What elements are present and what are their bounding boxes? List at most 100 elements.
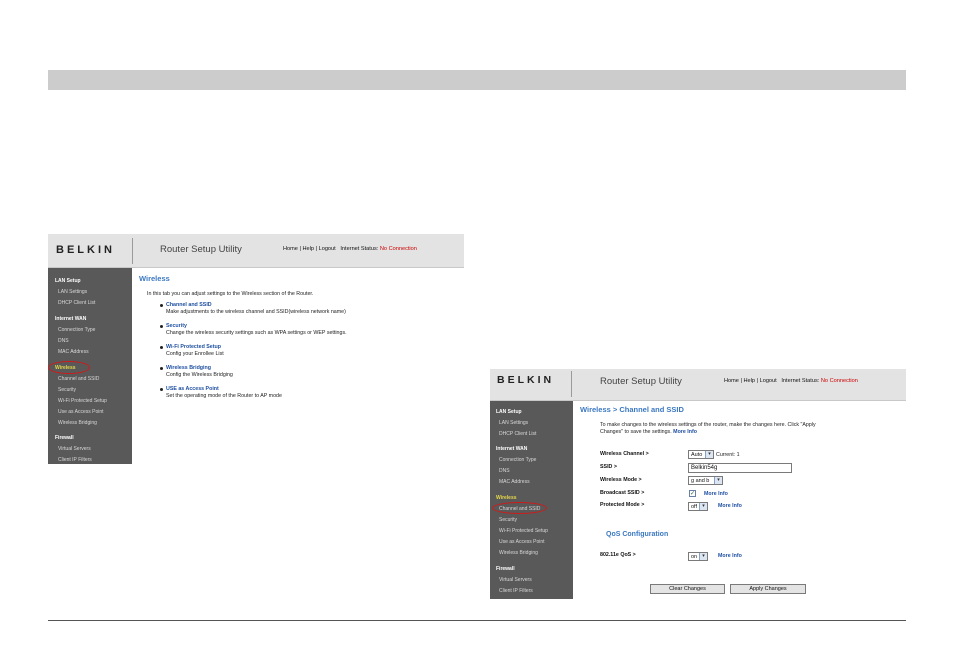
sidebar-item-virtual-servers[interactable]: Virtual Servers bbox=[58, 446, 91, 452]
qos-section-title: QoS Configuration bbox=[606, 531, 669, 538]
sidebar-item-client-ip-filters[interactable]: Client IP Filters bbox=[499, 588, 533, 594]
top-links: Home | Help | Logout Internet Status: No… bbox=[724, 378, 858, 384]
link-wifi-protected-setup[interactable]: Wi-Fi Protected Setup bbox=[166, 344, 221, 350]
bullet bbox=[160, 388, 163, 391]
sidebar-item-channel-ssid[interactable]: Channel and SSID bbox=[58, 376, 99, 382]
link-channel-ssid[interactable]: Channel and SSID bbox=[166, 302, 212, 308]
wireless-mode-value: g and b bbox=[691, 478, 710, 484]
sidebar-item-mac-address[interactable]: MAC Address bbox=[499, 479, 530, 485]
wireless-mode-label: Wireless Mode > bbox=[600, 477, 642, 483]
screenshot-channel-ssid: BELKIN Router Setup Utility Home | Help … bbox=[490, 369, 906, 599]
link-wireless-bridging[interactable]: Wireless Bridging bbox=[166, 365, 211, 371]
sidebar-item-use-as-access-point[interactable]: Use as Access Point bbox=[58, 409, 104, 415]
sidebar-section-lan-setup: LAN Setup bbox=[496, 409, 522, 415]
clear-changes-button[interactable]: Clear Changes bbox=[650, 584, 725, 594]
sidebar: LAN Setup LAN Settings DHCP Client List … bbox=[48, 268, 132, 464]
sidebar-item-use-as-access-point[interactable]: Use as Access Point bbox=[499, 539, 545, 545]
belkin-logo: BELKIN bbox=[56, 244, 115, 256]
chevron-down-icon: ▾ bbox=[699, 553, 707, 560]
sidebar-item-mac-address[interactable]: MAC Address bbox=[58, 349, 89, 355]
chevron-down-icon: ▾ bbox=[705, 451, 713, 458]
intro-text-line2-text: Changes" to save the settings. bbox=[600, 429, 672, 435]
logout-link[interactable]: Logout bbox=[760, 378, 777, 384]
help-link[interactable]: Help bbox=[744, 378, 756, 384]
intro-text-line1: To make changes to the wireless settings… bbox=[600, 422, 816, 428]
sidebar-item-wifi-protected-setup[interactable]: Wi-Fi Protected Setup bbox=[58, 398, 107, 404]
qos-label: 802.11e QoS > bbox=[600, 552, 636, 558]
sidebar-item-lan-settings[interactable]: LAN Settings bbox=[58, 289, 87, 295]
broadcast-ssid-more-info-link[interactable]: More Info bbox=[704, 491, 728, 497]
logo-divider bbox=[132, 238, 133, 264]
desc-wifi-protected-setup: Config your Enrollee List bbox=[166, 351, 224, 357]
home-link[interactable]: Home bbox=[724, 378, 739, 384]
current-channel-value: 1 bbox=[736, 452, 740, 458]
main-content: Wireless > Channel and SSID To make chan… bbox=[573, 401, 906, 599]
home-link[interactable]: Home bbox=[283, 246, 298, 252]
desc-wireless-bridging: Config the Wireless Bridging bbox=[166, 372, 233, 378]
header-bar: BELKIN Router Setup Utility Home | Help … bbox=[48, 234, 464, 268]
protected-mode-select[interactable]: off ▾ bbox=[688, 502, 708, 511]
link-use-as-access-point[interactable]: USE as Access Point bbox=[166, 386, 219, 392]
sidebar-item-dhcp-client-list[interactable]: DHCP Client List bbox=[499, 431, 536, 437]
intro-text: In this tab you can adjust settings to t… bbox=[147, 291, 314, 297]
page-title: Wireless bbox=[139, 274, 170, 283]
sidebar-section-lan-setup: LAN Setup bbox=[55, 278, 81, 284]
logout-link[interactable]: Logout bbox=[319, 246, 336, 252]
sidebar-item-dns[interactable]: DNS bbox=[499, 468, 510, 474]
desc-channel-ssid: Make adjustments to the wireless channel… bbox=[166, 309, 346, 315]
logo-divider bbox=[571, 371, 572, 397]
sidebar-item-security[interactable]: Security bbox=[58, 387, 76, 393]
sidebar-item-lan-settings[interactable]: LAN Settings bbox=[499, 420, 528, 426]
broadcast-ssid-checkbox[interactable]: ✓ bbox=[689, 490, 696, 497]
sidebar-item-wireless-bridging[interactable]: Wireless Bridging bbox=[58, 420, 97, 426]
link-security[interactable]: Security bbox=[166, 323, 187, 329]
ssid-input[interactable]: Belkin54g bbox=[688, 463, 792, 473]
link-separator: | bbox=[740, 378, 742, 384]
bottom-rule bbox=[48, 620, 906, 621]
qos-more-info-link[interactable]: More Info bbox=[718, 553, 742, 559]
sidebar-item-connection-type[interactable]: Connection Type bbox=[58, 327, 95, 333]
internet-status-label: Internet Status: bbox=[340, 246, 379, 252]
highlight-circle bbox=[492, 502, 547, 514]
top-links: Home | Help | Logout Internet Status: No… bbox=[283, 246, 417, 252]
sidebar-item-dns[interactable]: DNS bbox=[58, 338, 69, 344]
bullet bbox=[160, 367, 163, 370]
sidebar-item-wifi-protected-setup[interactable]: Wi-Fi Protected Setup bbox=[499, 528, 548, 534]
internet-status-value: No Connection bbox=[820, 378, 858, 384]
sidebar: LAN Setup LAN Settings DHCP Client List … bbox=[490, 401, 573, 599]
top-band bbox=[48, 70, 906, 90]
page-title: Wireless > Channel and SSID bbox=[580, 405, 684, 414]
apply-changes-button[interactable]: Apply Changes bbox=[730, 584, 806, 594]
help-link[interactable]: Help bbox=[303, 246, 315, 252]
intro-more-info-link[interactable]: More Info bbox=[673, 429, 697, 435]
sidebar-item-connection-type[interactable]: Connection Type bbox=[499, 457, 536, 463]
desc-security: Change the wireless security settings su… bbox=[166, 330, 347, 336]
sidebar-item-virtual-servers[interactable]: Virtual Servers bbox=[499, 577, 532, 583]
protected-mode-more-info-link[interactable]: More Info bbox=[718, 503, 742, 509]
wireless-channel-value: Auto bbox=[691, 452, 703, 458]
internet-status-label: Internet Status: bbox=[781, 378, 820, 384]
link-separator: | bbox=[756, 378, 759, 384]
utility-title: Router Setup Utility bbox=[600, 376, 682, 387]
protected-mode-value: off bbox=[691, 504, 698, 510]
qos-select[interactable]: on ▾ bbox=[688, 552, 708, 561]
sidebar-item-dhcp-client-list[interactable]: DHCP Client List bbox=[58, 300, 95, 306]
sidebar-section-firewall: Firewall bbox=[55, 435, 74, 441]
sidebar-item-wireless-bridging[interactable]: Wireless Bridging bbox=[499, 550, 538, 556]
link-separator: | bbox=[299, 246, 301, 252]
wireless-mode-select[interactable]: g and b ▾ bbox=[688, 476, 723, 485]
sidebar-item-security[interactable]: Security bbox=[499, 517, 517, 523]
screenshot-wireless-overview: BELKIN Router Setup Utility Home | Help … bbox=[48, 234, 464, 464]
sidebar-section-internet-wan: Internet WAN bbox=[496, 446, 528, 452]
current-channel-label: Current: bbox=[716, 452, 736, 458]
utility-title: Router Setup Utility bbox=[160, 244, 242, 255]
wireless-channel-select[interactable]: Auto ▾ bbox=[688, 450, 714, 459]
sidebar-section-wireless[interactable]: Wireless bbox=[496, 495, 517, 501]
ssid-label: SSID > bbox=[600, 464, 617, 470]
main-content: Wireless In this tab you can adjust sett… bbox=[132, 268, 464, 464]
desc-use-as-access-point: Set the operating mode of the Router to … bbox=[166, 393, 282, 399]
sidebar-section-firewall: Firewall bbox=[496, 566, 515, 572]
broadcast-ssid-label: Broadcast SSID > bbox=[600, 490, 645, 496]
sidebar-item-client-ip-filters[interactable]: Client IP Filters bbox=[58, 457, 92, 463]
sidebar-section-internet-wan: Internet WAN bbox=[55, 316, 87, 322]
